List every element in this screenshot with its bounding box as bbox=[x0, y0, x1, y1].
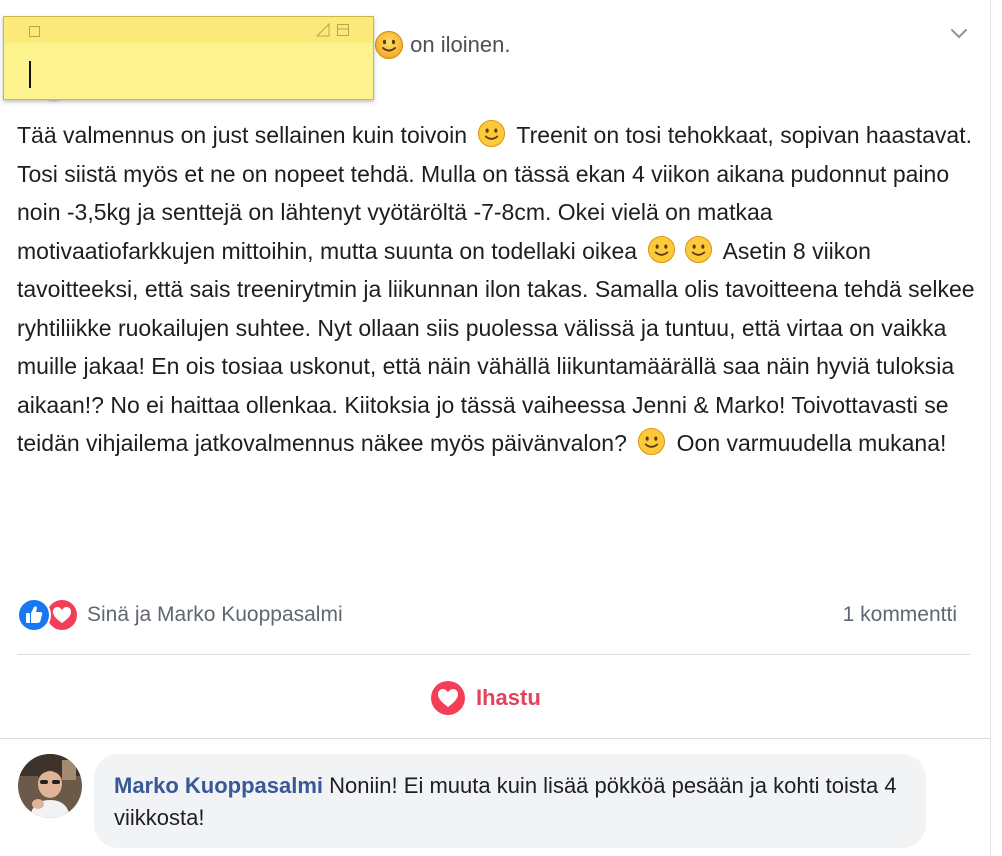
commenter-avatar[interactable] bbox=[18, 754, 82, 818]
comment-bubble: Marko Kuoppasalmi Noniin! Ei muuta kuin … bbox=[94, 754, 926, 848]
resize-icon[interactable] bbox=[316, 23, 330, 37]
smiley-icon bbox=[648, 235, 676, 263]
smiley-icon bbox=[638, 427, 666, 456]
close-icon[interactable] bbox=[29, 26, 40, 37]
reactions-summary[interactable]: Sinä ja Marko Kuoppasalmi bbox=[17, 596, 343, 634]
text-cursor bbox=[29, 61, 31, 88]
smiley-icon bbox=[374, 30, 404, 60]
love-reaction-label: Ihastu bbox=[476, 685, 541, 710]
post-header: i on iloinen. bbox=[360, 28, 510, 62]
feeling-text: on iloinen. bbox=[410, 32, 511, 57]
comment-count-link[interactable]: 1 kommentti bbox=[843, 603, 957, 627]
divider bbox=[0, 738, 990, 739]
like-reaction-icon bbox=[17, 598, 51, 632]
post-body-segment: Oon varmuudella mukana! bbox=[676, 430, 947, 456]
smiley-icon bbox=[478, 119, 506, 148]
smiley-icon bbox=[685, 235, 713, 263]
post-card: i on iloinen. Tää valmennus on just sell… bbox=[0, 0, 991, 856]
love-reaction-icon bbox=[431, 681, 465, 715]
love-reaction-button[interactable]: Ihastu bbox=[430, 678, 541, 718]
post-body-segment: Tää valmennus on just sellainen kuin toi… bbox=[17, 122, 468, 148]
post-body: Tää valmennus on just sellainen kuin toi… bbox=[17, 116, 975, 463]
divider bbox=[17, 654, 970, 655]
comment-author-link[interactable]: Marko Kuoppasalmi bbox=[114, 773, 323, 798]
sticky-note-titlebar[interactable] bbox=[4, 17, 373, 43]
chevron-down-icon[interactable] bbox=[948, 22, 970, 44]
list-icon[interactable] bbox=[337, 24, 349, 36]
reactions-names[interactable]: Sinä ja Marko Kuoppasalmi bbox=[87, 603, 343, 627]
comment-text: Marko Kuoppasalmi Noniin! Ei muuta kuin … bbox=[114, 770, 914, 834]
sticky-note[interactable] bbox=[3, 16, 374, 100]
post-body-segment: Asetin 8 viikon tavoitteeksi, että sais … bbox=[17, 237, 975, 457]
